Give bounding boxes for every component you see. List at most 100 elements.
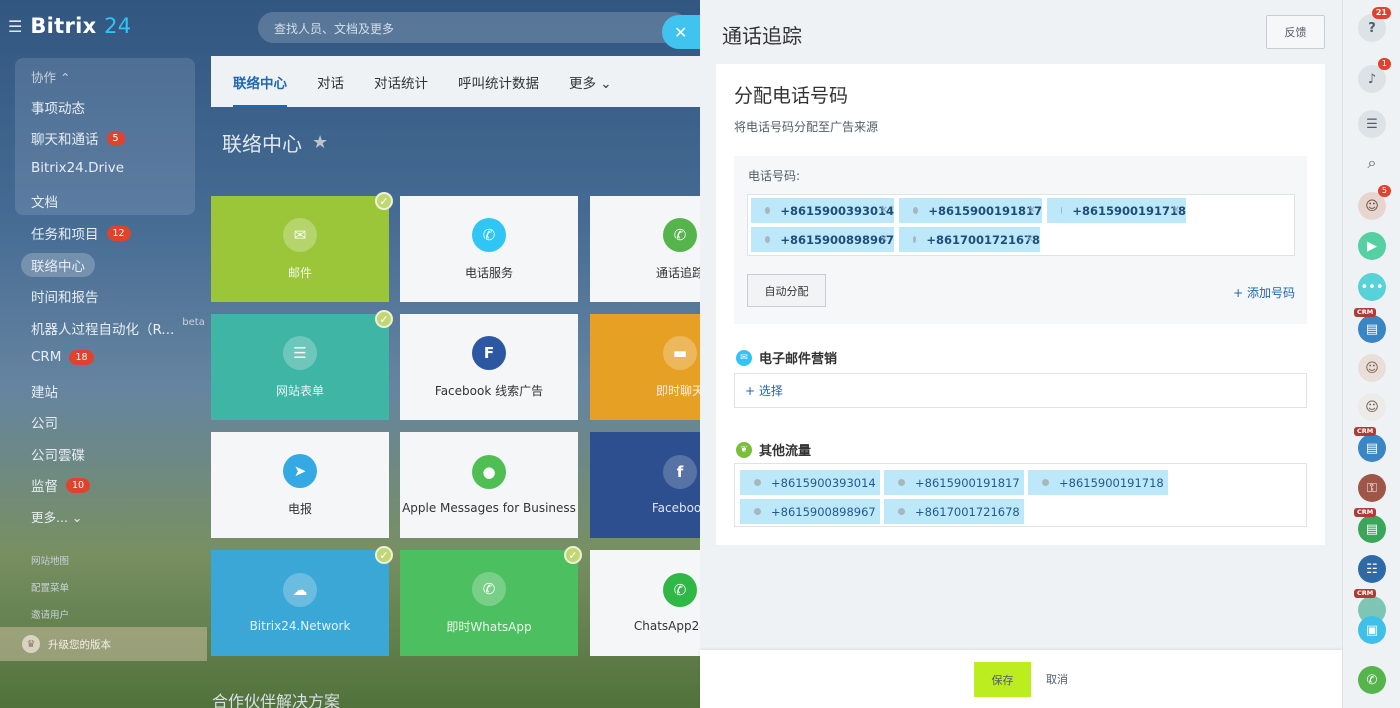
add-number-link[interactable]: + 添加号码	[1233, 284, 1295, 301]
phone-tag[interactable]: +8615900191718 ✕	[1047, 198, 1186, 223]
video-call-icon[interactable]: ▶	[1358, 232, 1386, 260]
invite-users-link[interactable]: 邀请用户	[31, 607, 69, 621]
open-lines-icon[interactable]: ▣	[1358, 616, 1386, 644]
cloud-icon: ☁	[283, 573, 317, 607]
phone-tag[interactable]: +8615900191718	[1028, 470, 1168, 495]
tile-telephony[interactable]: ✆ 电话服务	[400, 196, 578, 302]
assign-numbers-card: 分配电话号码 将电话号码分配至广告来源 电话号码: +8615900393014…	[716, 64, 1325, 545]
phone-tag[interactable]: +8615900393014	[740, 470, 880, 495]
sidebar-item-sites[interactable]: 建站	[31, 381, 58, 401]
sidebar-item-chat[interactable]: 聊天和通话 5	[31, 128, 125, 148]
phone-tag[interactable]: +8615900898967 ✕	[751, 227, 894, 252]
upgrade-button[interactable]: ♛ 升级您的版本	[0, 627, 207, 661]
phone-tag[interactable]: +8615900393014 ✕	[751, 198, 894, 223]
status-dot	[898, 479, 905, 486]
livechat-icon: ▬	[663, 335, 697, 370]
avatar[interactable]: ☺ 5	[1358, 185, 1391, 220]
chat-icon[interactable]: ☰	[1358, 110, 1386, 138]
cancel-button[interactable]: 取消	[1046, 671, 1068, 687]
phone-tag[interactable]: +8617001721678 ✕	[899, 227, 1040, 252]
remove-icon[interactable]: ✕	[1172, 205, 1180, 216]
close-icon[interactable]: ✕	[662, 15, 702, 49]
sidebar-item-docs[interactable]: 文档	[31, 191, 58, 211]
remove-icon[interactable]: ✕	[880, 234, 888, 245]
search-input[interactable]: 查找人员、文档及更多	[258, 12, 688, 43]
avatar[interactable]: ☺	[1358, 354, 1386, 382]
lock-icon[interactable]: ⚿	[1358, 474, 1386, 502]
tab-call-stats[interactable]: 呼叫统计数据	[458, 56, 539, 107]
whatsapp-icon: ✆	[472, 571, 506, 606]
phone-icon[interactable]: ✆	[1358, 666, 1386, 694]
phone-tags-field[interactable]: +8615900393014 ✕ +8615900191817 ✕ +8615900…	[747, 194, 1295, 256]
tile-telegram[interactable]: ➤ 电报	[211, 432, 389, 538]
tab-dialogs[interactable]: 对话	[317, 56, 344, 107]
tile-livechat[interactable]: ▬ 即时聊天	[590, 314, 704, 420]
phone-tag[interactable]: +8615900191817	[884, 470, 1024, 495]
other-traffic-tags[interactable]: +8615900393014 +8615900191817 +861590019…	[734, 463, 1307, 527]
panel-footer: 保存 取消	[700, 650, 1342, 708]
status-dot	[765, 236, 771, 243]
feedback-button[interactable]: 反馈	[1266, 15, 1325, 49]
crm-chat-icon[interactable]: ▤ CRM	[1354, 308, 1386, 343]
star-icon[interactable]: ★	[312, 132, 328, 153]
tile-call-tracking[interactable]: ✆ 通话追踪	[590, 196, 704, 302]
brand-name: Bitrix 24	[30, 14, 132, 38]
count-badge: 5	[106, 130, 125, 146]
remove-icon[interactable]: ✕	[1028, 205, 1036, 216]
phone-numbers-section: 电话号码: +8615900393014 ✕ +8615900191817 ✕ +8…	[734, 156, 1307, 324]
auto-assign-button[interactable]: 自动分配	[747, 274, 826, 307]
sidebar-item-company-drive[interactable]: 公司雲碟	[31, 444, 85, 464]
tab-dialog-stats[interactable]: 对话统计	[374, 56, 428, 107]
check-icon: ✓	[375, 546, 393, 564]
sidebar-item-drive[interactable]: Bitrix24.Drive	[31, 160, 124, 176]
call-tracking-panel: 通话追踪 反馈 分配电话号码 将电话号码分配至广告来源 电话号码: +86159…	[700, 0, 1342, 708]
chatsapp-icon: ✆	[663, 573, 697, 607]
sidebar-item-company[interactable]: 公司	[31, 412, 58, 432]
more-chats-icon[interactable]: •••	[1358, 273, 1386, 301]
avatar[interactable]: ☺	[1358, 393, 1386, 421]
crown-icon: ♛	[22, 635, 40, 653]
tile-apple-messages[interactable]: ● Apple Messages for Business	[400, 432, 578, 538]
email-marketing-title: ✉ 电子邮件营销	[736, 348, 837, 367]
sidebar-item-contact-center[interactable]: 联络中心	[21, 253, 95, 277]
group-chat-icon[interactable]: ☷	[1358, 555, 1386, 583]
tile-mail[interactable]: ✓ ✉ 邮件	[211, 192, 393, 302]
tab-more[interactable]: 更多 ⌄	[569, 56, 612, 107]
menu-icon[interactable]: ☰	[8, 17, 22, 36]
crm-chat-icon[interactable]: ▤ CRM	[1354, 427, 1386, 462]
tile-whatsapp[interactable]: ✓ ✆ 即时WhatsApp	[400, 546, 582, 656]
tile-facebook-leads[interactable]: F Facebook 线索广告	[400, 314, 578, 420]
remove-icon[interactable]: ✕	[1026, 234, 1034, 245]
tab-contact-center[interactable]: 联络中心	[233, 56, 287, 107]
sidebar-item-tasks[interactable]: 任务和项目 12	[31, 223, 131, 243]
remove-icon[interactable]: ✕	[880, 205, 888, 216]
select-source-button[interactable]: + 选择	[734, 373, 1307, 408]
sidebar-item-monitor[interactable]: 监督 10	[31, 475, 91, 495]
sidebar-item-feed[interactable]: 事项动态	[31, 97, 85, 117]
sidebar-item-more[interactable]: 更多... ⌄	[31, 507, 82, 526]
leaf-icon: ❦	[736, 441, 752, 458]
phone-tag[interactable]: +8615900898967	[740, 499, 880, 524]
panel-title: 通话追踪	[722, 24, 802, 48]
search-icon[interactable]: ⌕	[1358, 149, 1386, 177]
tile-facebook[interactable]: f Facebook	[590, 432, 708, 538]
sidebar-item-crm[interactable]: CRM 18	[31, 349, 94, 365]
sidebar-item-time[interactable]: 时间和报告	[31, 286, 99, 306]
count-badge: 12	[106, 225, 131, 241]
tile-chatsapp[interactable]: ✆ ChatsApp24-WI	[590, 550, 726, 656]
sidebar-section-collab[interactable]: 协作 ⌃	[31, 67, 70, 86]
bell-icon[interactable]: ♪ 1	[1358, 58, 1391, 93]
sitemap-link[interactable]: 网站地图	[31, 553, 69, 567]
phone-tag[interactable]: +8617001721678	[884, 499, 1024, 524]
save-button[interactable]: 保存	[974, 662, 1031, 697]
tile-web-form[interactable]: ✓ ☰ 网站表单	[211, 310, 393, 420]
logo[interactable]: ☰ Bitrix 24	[8, 14, 131, 38]
tile-network[interactable]: ✓ ☁ Bitrix24.Network	[211, 546, 393, 656]
phone-tag[interactable]: +8615900191817 ✕	[899, 198, 1042, 223]
config-menu-link[interactable]: 配置菜单	[31, 580, 69, 594]
help-icon[interactable]: ? 21	[1358, 7, 1391, 42]
telegram-icon: ➤	[283, 453, 317, 488]
crm-chat-icon[interactable]: ▤ CRM	[1354, 508, 1386, 543]
status-dot	[1042, 479, 1049, 486]
sidebar-item-rpa[interactable]: 机器人过程自动化（R... beta	[31, 317, 205, 339]
